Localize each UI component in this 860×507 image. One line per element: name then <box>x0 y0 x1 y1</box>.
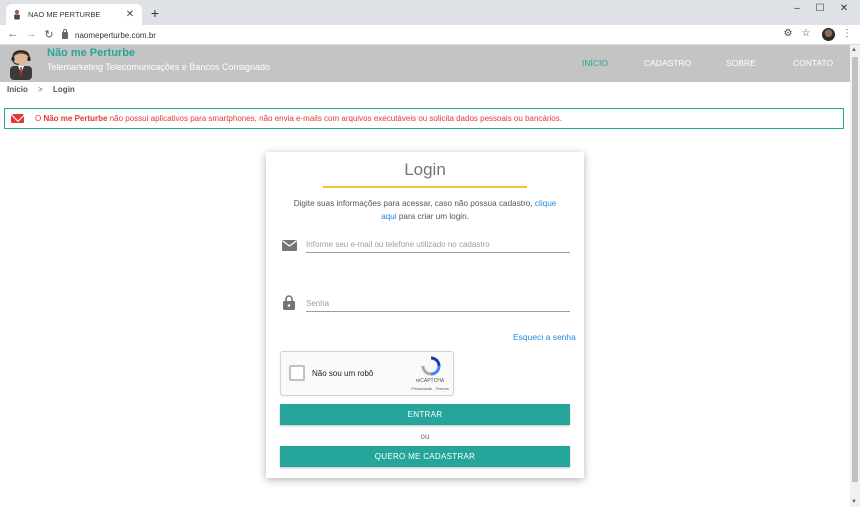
site-header: Não me Perturbe Telemarketing Telecomuni… <box>0 45 850 82</box>
register-button[interactable]: QUERO ME CADASTRAR <box>280 446 570 467</box>
nav-sobre[interactable]: SOBRE <box>726 58 756 68</box>
password-input[interactable] <box>306 295 570 312</box>
alert-brand: Não me Perturbe <box>43 114 108 123</box>
breadcrumb: Início > Login <box>7 85 75 94</box>
title-underline <box>323 186 527 188</box>
scroll-up-icon[interactable]: ▲ <box>851 47 857 53</box>
url-text: naomeperturbe.com.br <box>75 30 156 40</box>
brand-title[interactable]: Não me Perturbe <box>47 47 135 59</box>
browser-toolbar: ← → ↻ naomeperturbe.com.br ⚙ ☆ ⋮ <box>0 25 860 45</box>
logo-avatar[interactable] <box>7 47 35 80</box>
new-tab-button[interactable]: + <box>148 5 162 21</box>
maximize-icon[interactable]: ☐ <box>813 3 827 14</box>
address-bar[interactable]: naomeperturbe.com.br <box>62 27 762 43</box>
minimize-icon[interactable]: – <box>790 3 804 14</box>
browser-tab[interactable]: NAO ME PERTURBE ✕ <box>6 4 142 25</box>
breadcrumb-current: Login <box>53 85 75 94</box>
lock-icon <box>283 295 295 315</box>
tab-title: NAO ME PERTURBE <box>28 10 101 19</box>
recaptcha-checkbox[interactable] <box>289 365 305 381</box>
page-scrollbar[interactable]: ▲ ▼ <box>850 45 860 507</box>
login-submit-button[interactable]: ENTRAR <box>280 404 570 425</box>
envelope-icon <box>282 238 297 256</box>
menu-dots-icon[interactable]: ⋮ <box>840 28 854 39</box>
favicon-icon <box>12 9 22 21</box>
reload-icon[interactable]: ↻ <box>42 28 56 41</box>
security-alert: O Não me Perturbe não possui aplicativos… <box>4 108 844 129</box>
browser-tabstrip: NAO ME PERTURBE ✕ + – ☐ ✕ <box>0 0 860 25</box>
or-divider: ou <box>420 432 430 441</box>
nav-cadastro[interactable]: CADASTRO <box>644 58 691 68</box>
scroll-down-icon[interactable]: ▼ <box>851 499 857 505</box>
lock-icon <box>62 28 68 39</box>
register-link-clique[interactable]: clique <box>535 199 556 208</box>
login-intro: Digite suas informações para acessar, ca… <box>284 197 566 223</box>
intro-text: Digite suas informações para acessar, ca… <box>293 199 535 208</box>
mail-icon <box>11 114 24 123</box>
recaptcha-links[interactable]: Privacidade - Termos <box>397 386 463 391</box>
breadcrumb-separator: > <box>38 85 43 94</box>
alert-text: O Não me Perturbe não possui aplicativos… <box>35 114 562 123</box>
forward-icon[interactable]: → <box>24 28 38 40</box>
alert-message: não possui aplicativos para smartphones,… <box>107 114 562 123</box>
scroll-thumb[interactable] <box>852 57 858 482</box>
login-title: Login <box>404 160 446 179</box>
email-input[interactable] <box>306 236 570 253</box>
brand-subtitle: Telemarketing Telecomunicações e Bancos … <box>47 62 270 72</box>
bookmark-star-icon[interactable]: ☆ <box>799 28 813 39</box>
extension-icon[interactable]: ⚙ <box>781 28 795 39</box>
tab-close-icon[interactable]: ✕ <box>124 9 136 20</box>
register-link-aqui[interactable]: aqui <box>381 212 396 221</box>
window-close-icon[interactable]: ✕ <box>837 3 851 14</box>
recaptcha-brand: reCAPTCHA <box>415 378 445 384</box>
nav-contato[interactable]: CONTATO <box>793 58 833 68</box>
login-card: Login Digite suas informações para acess… <box>266 152 584 478</box>
recaptcha-icon <box>421 356 441 376</box>
intro-suffix: para criar um login. <box>396 212 469 221</box>
breadcrumb-home[interactable]: Início <box>7 85 28 94</box>
recaptcha-widget: Não sou um robô reCAPTCHA Privacidade - … <box>280 351 454 396</box>
recaptcha-label: Não sou um robô <box>312 369 374 378</box>
back-icon[interactable]: ← <box>6 28 20 40</box>
nav-inicio[interactable]: INÍCIO <box>582 58 608 68</box>
forgot-password-link[interactable]: Esqueci a senha <box>513 332 576 342</box>
profile-avatar[interactable] <box>822 28 835 41</box>
